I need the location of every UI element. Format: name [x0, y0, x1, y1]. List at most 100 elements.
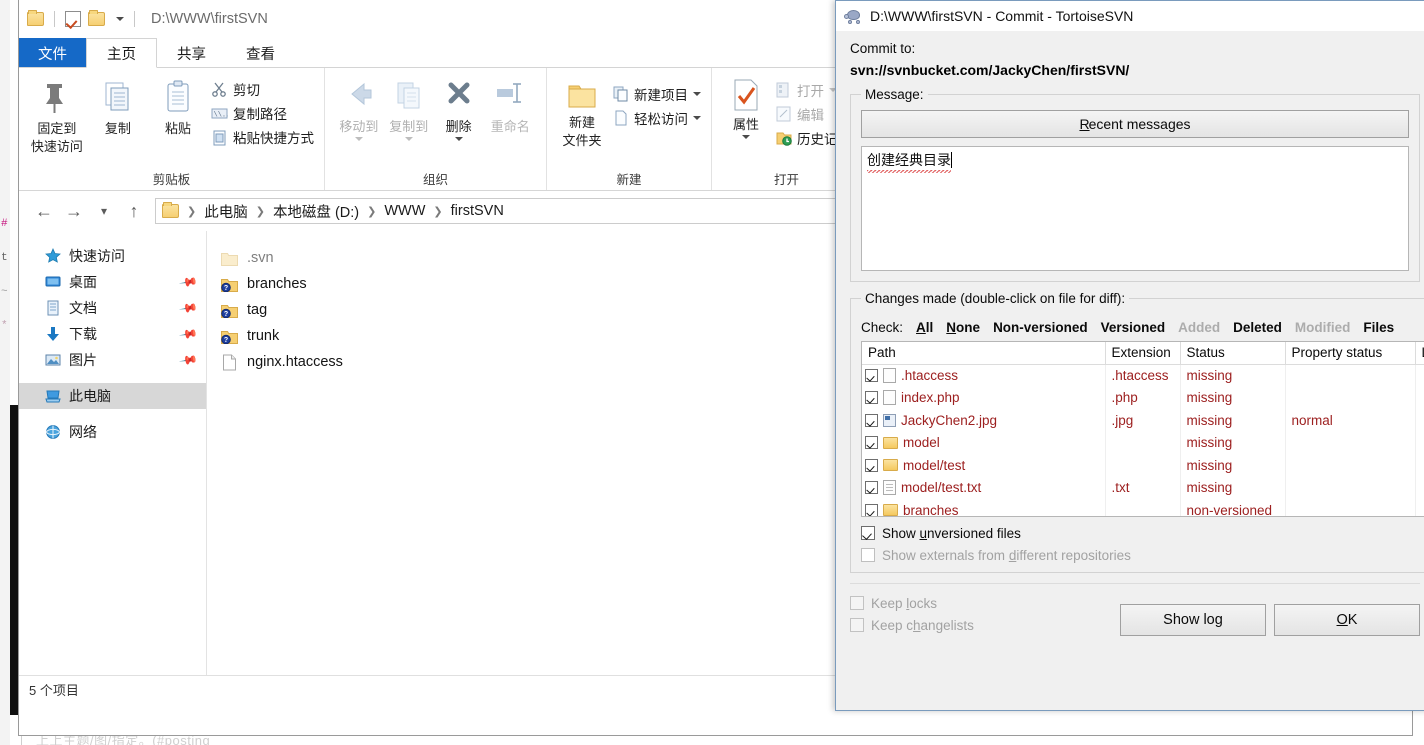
chevron-down-icon[interactable]: [454, 137, 463, 141]
table-row[interactable]: JackyChen2.jpg .jpg missing normal: [862, 409, 1424, 432]
back-arrow-icon[interactable]: ←: [29, 196, 59, 226]
check-link-versioned[interactable]: Versioned: [1101, 320, 1166, 335]
chevron-down-icon[interactable]: [116, 17, 124, 21]
show-log-button[interactable]: Show lo g: [1120, 604, 1266, 636]
button-label-line1: 粘贴: [164, 121, 191, 136]
column-header-lock[interactable]: Lock: [1415, 342, 1424, 365]
new-folder-button[interactable]: 新建 文件夹: [557, 74, 607, 148]
sidebar-item-desktop[interactable]: 桌面 📌: [19, 269, 206, 295]
recent-messages-button[interactable]: Recent messages: [861, 110, 1409, 138]
table-row[interactable]: model/test missing: [862, 454, 1424, 477]
easy-access-button[interactable]: 轻松访问: [613, 106, 701, 130]
breadcrumb-firstsvn[interactable]: firstSVN: [451, 203, 504, 219]
changes-table-container[interactable]: Path Extension Status Property status Lo…: [861, 341, 1424, 517]
column-header-property-status[interactable]: Property status: [1285, 342, 1416, 365]
row-checkbox[interactable]: [865, 413, 878, 427]
label: 轻松访问: [634, 112, 688, 127]
pin-icon[interactable]: 📌: [178, 272, 198, 292]
sidebar-item-network[interactable]: 网络: [19, 419, 206, 445]
svg-text:\\..: \\..: [213, 111, 228, 119]
column-header-path[interactable]: Path: [862, 342, 1106, 365]
tab-file[interactable]: 文件: [19, 38, 86, 68]
delete-button[interactable]: 删除: [435, 74, 483, 141]
row-lock: [1415, 454, 1424, 477]
folder-icon[interactable]: [27, 10, 44, 26]
checkbox[interactable]: [861, 526, 875, 540]
move-to-button[interactable]: 移动到: [335, 74, 383, 141]
show-unversioned-files-option[interactable]: Show unversioned files: [861, 522, 1424, 544]
pin-to-quick-access-button[interactable]: 固定到 快速访问: [29, 74, 85, 154]
breadcrumb-www[interactable]: WWW: [384, 203, 425, 219]
row-checkbox[interactable]: [865, 391, 878, 405]
chevron-down-icon[interactable]: [742, 135, 750, 139]
commit-message-textarea[interactable]: 创建经典目录: [861, 146, 1409, 271]
tortoisesvn-commit-dialog[interactable]: D:\WWW\firstSVN - Commit - TortoiseSVN C…: [835, 0, 1424, 711]
row-lock: [1415, 499, 1424, 516]
up-arrow-icon[interactable]: ↑: [119, 196, 149, 226]
sidebar-item-label: 文档: [69, 300, 97, 316]
copy-path-button[interactable]: \\.. 复制路径: [211, 101, 314, 125]
copy-to-button[interactable]: 复制到: [385, 74, 433, 141]
row-checkbox[interactable]: [865, 436, 878, 450]
sidebar-item-quick-access[interactable]: 快速访问: [19, 243, 206, 269]
tab-share[interactable]: 共享: [157, 38, 226, 68]
cut-button[interactable]: 剪切: [211, 77, 314, 101]
check-link-all[interactable]: All: [916, 320, 933, 335]
dialog-title-bar: D:\WWW\firstSVN - Commit - TortoiseSVN: [836, 1, 1424, 31]
tortoisesvn-check-icon[interactable]: [65, 11, 81, 27]
column-header-extension[interactable]: Extension: [1105, 342, 1181, 365]
row-checkbox[interactable]: [865, 503, 878, 516]
sidebar-item-this-pc[interactable]: 此电脑: [19, 383, 206, 409]
chevron-down-icon[interactable]: [693, 92, 701, 96]
row-extension: [1105, 454, 1181, 477]
chevron-down-icon[interactable]: [354, 137, 363, 141]
table-row[interactable]: model/test.txt .txt missing: [862, 476, 1424, 499]
table-row[interactable]: index.php .php missing: [862, 386, 1424, 409]
pin-icon[interactable]: 📌: [178, 298, 198, 318]
column-header-status[interactable]: Status: [1180, 342, 1286, 365]
row-checkbox[interactable]: [865, 481, 878, 495]
pin-icon[interactable]: 📌: [178, 324, 198, 344]
check-link-none[interactable]: None: [946, 320, 980, 335]
check-link-files[interactable]: Files: [1363, 320, 1394, 335]
tab-view[interactable]: 查看: [226, 38, 295, 68]
sidebar-item-documents[interactable]: 文档 📌: [19, 295, 206, 321]
svg-text:?: ?: [224, 285, 228, 292]
breadcrumb-this-pc[interactable]: 此电脑: [204, 201, 248, 222]
button-label-line1: 复制到: [389, 119, 429, 134]
paste-button[interactable]: 粘贴: [151, 74, 205, 136]
check-link-deleted[interactable]: Deleted: [1233, 320, 1282, 335]
recent-chevron-icon[interactable]: ▾: [89, 196, 119, 226]
table-row[interactable]: model missing: [862, 431, 1424, 454]
checkbox: [850, 618, 864, 632]
table-row[interactable]: .htaccess .htaccess missing: [862, 364, 1424, 387]
tab-home[interactable]: 主页: [86, 38, 157, 68]
sidebar-item-pictures[interactable]: 图片 📌: [19, 347, 206, 373]
breadcrumb-drive-d[interactable]: 本地磁盘 (D:): [273, 201, 359, 222]
tortoisesvn-turtle-icon: [844, 9, 863, 24]
chevron-right-icon: ❯: [255, 205, 265, 218]
check-links-row: Check: All None Non-versioned Versioned …: [861, 320, 1424, 335]
row-checkbox[interactable]: [865, 458, 878, 472]
forward-arrow-icon[interactable]: →: [59, 196, 89, 226]
folder-icon[interactable]: [88, 10, 105, 26]
properties-button[interactable]: 属性: [722, 74, 770, 139]
ok-button[interactable]: OK: [1274, 604, 1420, 636]
check-link-non-versioned[interactable]: Non-versioned: [993, 320, 1088, 335]
table-row[interactable]: branches non-versioned: [862, 499, 1424, 516]
paste-shortcut-button[interactable]: 粘贴快捷方式: [211, 125, 314, 149]
folder-icon: ?: [221, 329, 238, 344]
pin-icon[interactable]: 📌: [178, 350, 198, 370]
button-label-line1: 属性: [732, 117, 759, 132]
sidebar-item-downloads[interactable]: 下载 📌: [19, 321, 206, 347]
ribbon-group-new: 新建 文件夹 新建项目 轻松访问 新建: [546, 68, 711, 190]
checkbox: [861, 548, 875, 562]
group-title-organize: 组织: [422, 173, 448, 187]
new-item-button[interactable]: 新建项目: [613, 82, 701, 106]
row-path: model/test: [903, 457, 966, 473]
copy-button[interactable]: 复制: [91, 74, 145, 136]
chevron-down-icon[interactable]: [404, 137, 413, 141]
rename-button[interactable]: 重命名: [484, 74, 536, 134]
chevron-down-icon[interactable]: [693, 116, 701, 120]
row-checkbox[interactable]: [865, 369, 878, 382]
